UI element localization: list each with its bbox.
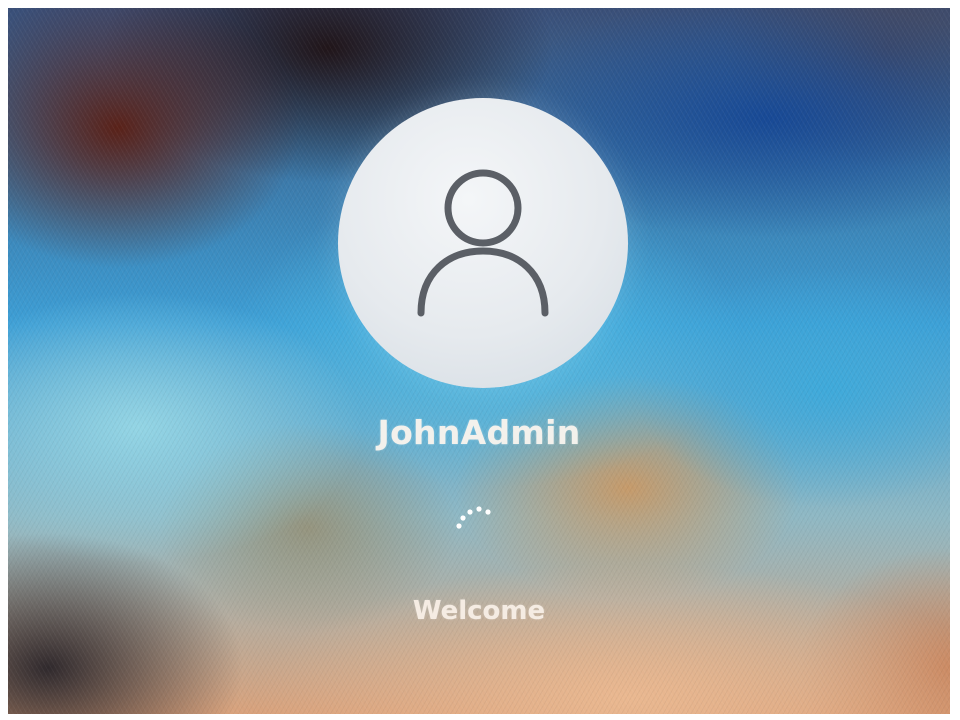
loading-spinner-icon bbox=[456, 506, 491, 529]
welcome-status-text: Welcome bbox=[412, 596, 546, 626]
user-avatar bbox=[338, 98, 628, 388]
username-label: JohnAdmin bbox=[377, 413, 581, 452]
user-silhouette-icon bbox=[417, 169, 549, 317]
login-screen: JohnAdmin Welcome bbox=[8, 8, 950, 714]
